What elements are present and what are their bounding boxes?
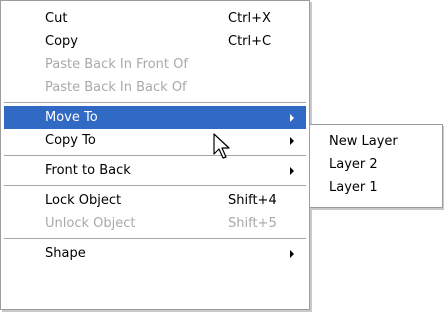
menu-item-paste-back-in-front-of: Paste Back In Front Of [4, 53, 306, 76]
submenu-item-layer-2[interactable]: Layer 2 [310, 153, 442, 176]
menu-item-unlock-object: Unlock Object Shift+5 [4, 212, 306, 235]
menu-item-label: Move To [45, 110, 98, 125]
menu-item-shape[interactable]: Shape [4, 242, 306, 265]
submenu-item-new-layer[interactable]: New Layer [310, 130, 442, 153]
submenu-arrow-icon [290, 250, 294, 258]
context-menu: Cut Ctrl+X Copy Ctrl+C Paste Back In Fro… [0, 0, 310, 310]
menu-item-move-to[interactable]: Move To [4, 106, 306, 129]
menu-separator [4, 102, 306, 103]
menu-item-shortcut: Shift+5 [228, 216, 277, 231]
menu-item-label: Copy To [45, 133, 96, 148]
menu-separator [4, 185, 306, 186]
menu-separator [4, 155, 306, 156]
submenu-item-layer-1[interactable]: Layer 1 [310, 176, 442, 199]
menu-item-copy[interactable]: Copy Ctrl+C [4, 30, 306, 53]
menu-item-label: Cut [45, 11, 68, 26]
menu-separator [4, 238, 306, 239]
menu-item-paste-back-in-back-of: Paste Back In Back Of [4, 76, 306, 99]
menu-item-shortcut: Shift+4 [228, 193, 277, 208]
menu-item-label: Paste Back In Front Of [45, 57, 188, 72]
menu-item-lock-object[interactable]: Lock Object Shift+4 [4, 189, 306, 212]
arrow-pointer-icon [213, 133, 230, 159]
menu-item-label: Shape [45, 246, 86, 261]
menu-item-label: Paste Back In Back Of [45, 80, 187, 95]
menu-item-label: Copy [45, 34, 78, 49]
menu-item-label: Lock Object [45, 193, 122, 208]
move-to-submenu: New Layer Layer 2 Layer 1 [309, 124, 443, 208]
menu-item-shortcut: Ctrl+X [228, 11, 271, 26]
submenu-arrow-icon [290, 167, 294, 175]
submenu-arrow-icon [290, 137, 294, 145]
context-menu-list: Cut Ctrl+X Copy Ctrl+C Paste Back In Fro… [1, 1, 309, 265]
menu-item-shortcut: Ctrl+C [228, 34, 272, 49]
menu-item-cut[interactable]: Cut Ctrl+X [4, 7, 306, 30]
menu-item-front-to-back[interactable]: Front to Back [4, 159, 306, 182]
menu-item-label: Front to Back [45, 163, 131, 178]
menu-item-copy-to[interactable]: Copy To [4, 129, 306, 152]
menu-item-label: Unlock Object [45, 216, 136, 231]
submenu-arrow-icon [290, 114, 294, 122]
